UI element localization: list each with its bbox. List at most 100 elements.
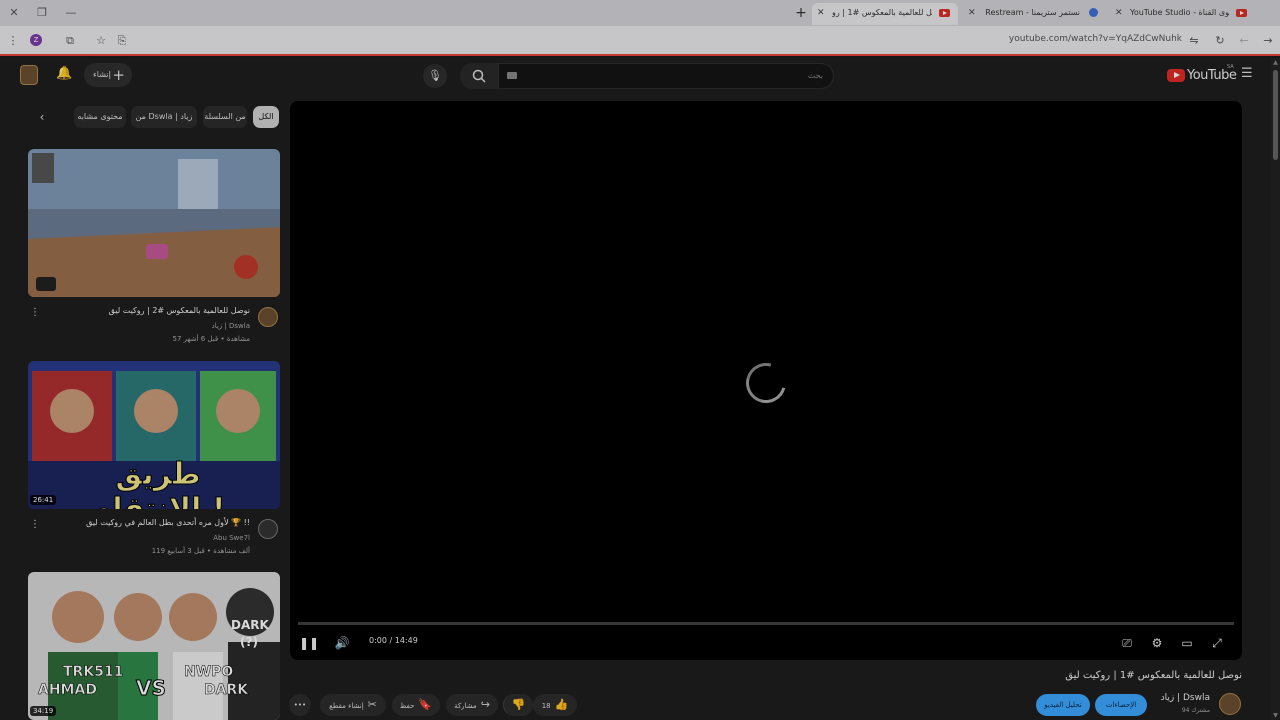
channel-avatar[interactable] xyxy=(1219,693,1241,715)
notifications-bell-icon[interactable]: 🔔 xyxy=(56,66,72,82)
search-icon xyxy=(472,69,486,83)
theater-mode-icon[interactable]: ▭ xyxy=(1177,633,1197,653)
dislike-button[interactable]: 👎 xyxy=(503,694,533,716)
chip-from-channel[interactable]: من Dswla | زياد xyxy=(131,106,197,128)
scroll-down-arrow-icon[interactable]: ▼ xyxy=(1272,712,1279,719)
tab-youtube-studio[interactable]: ✕ YouTube Studio - محتوى القناة xyxy=(1110,3,1255,25)
video-thumbnail[interactable]: TRK511 AHMAD VS NWPO DARK DARK (?) 34:19 xyxy=(28,572,280,720)
more-horizontal-icon: ••• xyxy=(293,701,307,709)
video-thumbnail[interactable] xyxy=(28,149,280,297)
restore-window-icon[interactable]: ❐ xyxy=(33,4,51,22)
video-duration: 34:19 xyxy=(30,706,57,716)
video-title[interactable]: لأول مره أتحدى بطل العالم في روكيت ليق 🏆… xyxy=(86,518,250,527)
tab-title: نوصل للعالمية بالمعكوس #1 | رو xyxy=(832,8,932,17)
profile-avatar[interactable]: Z xyxy=(30,34,42,46)
close-tab-icon[interactable]: ✕ xyxy=(1115,3,1123,23)
install-app-icon[interactable]: ⎘ xyxy=(114,33,130,49)
progress-bar[interactable] xyxy=(298,622,1234,625)
scrollbar-thumb[interactable] xyxy=(1273,70,1278,160)
chip-related[interactable]: محتوى مشابه xyxy=(74,106,126,128)
settings-gear-icon[interactable]: ⚙ xyxy=(1147,633,1167,653)
create-button[interactable]: إنشاء + xyxy=(84,63,132,87)
subscriber-count: 94 مشترك xyxy=(1181,707,1210,714)
share-label: مشاركة xyxy=(454,702,477,710)
create-label: إنشاء xyxy=(93,70,111,79)
more-actions-button[interactable]: ••• xyxy=(289,694,311,716)
thumbnail-overlay-text: VS xyxy=(136,676,167,701)
clip-label: إنشاء مقطع xyxy=(329,702,364,710)
like-button[interactable]: 18 👍 xyxy=(533,694,577,716)
pause-icon[interactable]: ❚❚ xyxy=(299,633,319,653)
youtube-header: 🔔 إنشاء + 🎙 بحث YouTube SA ☰ xyxy=(0,58,1270,92)
subtitles-icon[interactable]: ⎚ xyxy=(1117,633,1137,653)
keyboard-icon[interactable] xyxy=(507,72,517,79)
chevron-left-icon[interactable]: ‹ xyxy=(32,107,52,127)
youtube-play-logo-icon xyxy=(1167,69,1185,82)
voice-search-mic-icon[interactable]: 🎙 xyxy=(423,64,447,88)
tab-current-video[interactable]: ✕ نوصل للعالمية بالمعكوس #1 | رو xyxy=(812,3,958,25)
forward-icon[interactable]: ← xyxy=(1236,33,1252,49)
hamburger-menu-icon[interactable]: ☰ xyxy=(1241,67,1255,80)
video-meta: 119 ألف مشاهدة • قبل 3 أسابيع xyxy=(151,547,250,555)
save-button[interactable]: حفظ 🔖 xyxy=(392,694,440,716)
clip-button[interactable]: إنشاء مقطع ✂ xyxy=(320,694,386,716)
video-title[interactable]: نوصل للعالمية بالمعكوس #2 | روكيت ليق xyxy=(109,306,250,315)
list-item[interactable]: TRK511 AHMAD VS NWPO DARK DARK (?) 34:19 xyxy=(28,572,280,720)
channel-name[interactable]: Abu Swe7l xyxy=(213,534,250,542)
video-thumbnail[interactable]: طريق الانتقام ! 26:41 xyxy=(28,361,280,509)
minimize-window-icon[interactable]: — xyxy=(62,4,80,22)
close-tab-icon[interactable]: ✕ xyxy=(968,3,976,23)
tab-restream[interactable]: ✕ Restream - نستمر ستريمنا xyxy=(963,3,1106,25)
thumbs-down-icon: 👎 xyxy=(511,698,526,711)
channel-name[interactable]: زياد | Dswla xyxy=(1161,693,1210,703)
loading-spinner-icon xyxy=(738,355,794,411)
time-display: 0:00 / 14:49 xyxy=(369,636,418,645)
save-label: حفظ xyxy=(399,702,415,710)
tab-title: Restream - نستمر ستريمنا xyxy=(985,8,1080,17)
page-scrollbar[interactable]: ▲ ▼ xyxy=(1271,58,1280,720)
reload-icon[interactable]: ↻ xyxy=(1212,33,1228,49)
fullscreen-icon[interactable]: ⤢ xyxy=(1207,633,1227,653)
video-meta: 57 مشاهدة • قبل 6 أشهر xyxy=(172,335,250,343)
account-avatar[interactable] xyxy=(20,65,38,85)
channel-avatar[interactable] xyxy=(258,307,278,327)
list-item[interactable]: نوصل للعالمية بالمعكوس #2 | روكيت ليق زي… xyxy=(28,149,280,349)
url-field[interactable]: youtube.com/watch?v=YqAZdCwNuhk xyxy=(1009,34,1182,44)
more-options-icon[interactable]: ⋮ xyxy=(30,519,40,531)
share-icon: ↪ xyxy=(480,698,490,711)
volume-icon[interactable]: 🔊 xyxy=(332,633,352,653)
stats-button[interactable]: الإحصاءات xyxy=(1095,694,1147,716)
share-button[interactable]: مشاركة ↪ xyxy=(446,694,498,716)
search-input[interactable]: بحث xyxy=(498,63,834,89)
channel-name[interactable]: زياد | Dswla xyxy=(212,322,250,330)
chip-all[interactable]: الكل xyxy=(253,106,279,128)
video-player[interactable]: ❚❚ 🔊 0:00 / 14:49 ⎚ ⚙ ▭ ⤢ xyxy=(290,101,1242,660)
close-tab-icon[interactable]: ✕ xyxy=(817,3,825,23)
plus-icon: + xyxy=(112,66,125,84)
more-options-icon[interactable]: ⋮ xyxy=(30,307,40,319)
close-window-icon[interactable]: ✕ xyxy=(5,4,23,22)
back-icon[interactable]: → xyxy=(1260,33,1276,49)
like-count: 18 xyxy=(541,702,551,710)
bookmark-star-icon[interactable]: ☆ xyxy=(93,33,109,49)
bookmark-icon: 🔖 xyxy=(418,698,433,711)
search-button[interactable] xyxy=(460,63,498,89)
thumbnail-overlay-text: DARK xyxy=(204,682,249,699)
youtube-favicon-icon xyxy=(1236,9,1247,17)
kebab-menu-icon[interactable]: ⋮ xyxy=(5,33,21,49)
list-item[interactable]: طريق الانتقام ! 26:41 لأول مره أتحدى بطل… xyxy=(28,361,280,561)
site-settings-icon[interactable]: ⇋ xyxy=(1186,33,1202,49)
scissors-icon: ✂ xyxy=(367,698,377,711)
youtube-logo[interactable]: YouTube SA xyxy=(1167,64,1237,85)
thumbs-up-icon: 👍 xyxy=(554,698,569,711)
restream-favicon-icon xyxy=(1089,8,1098,17)
chip-from-series[interactable]: من السلسلة xyxy=(203,106,247,128)
edit-video-button[interactable]: تحليل الفيديو xyxy=(1036,694,1090,716)
thumbnail-overlay-text: AHMAD xyxy=(38,682,97,699)
thumbnail-overlay-text: NWPO xyxy=(184,664,234,681)
youtube-favicon-icon xyxy=(939,9,950,17)
new-tab-button[interactable]: + xyxy=(792,4,810,22)
channel-avatar[interactable] xyxy=(258,519,278,539)
scroll-up-arrow-icon[interactable]: ▲ xyxy=(1272,59,1279,66)
extensions-icon[interactable]: ⧉ xyxy=(62,33,78,49)
